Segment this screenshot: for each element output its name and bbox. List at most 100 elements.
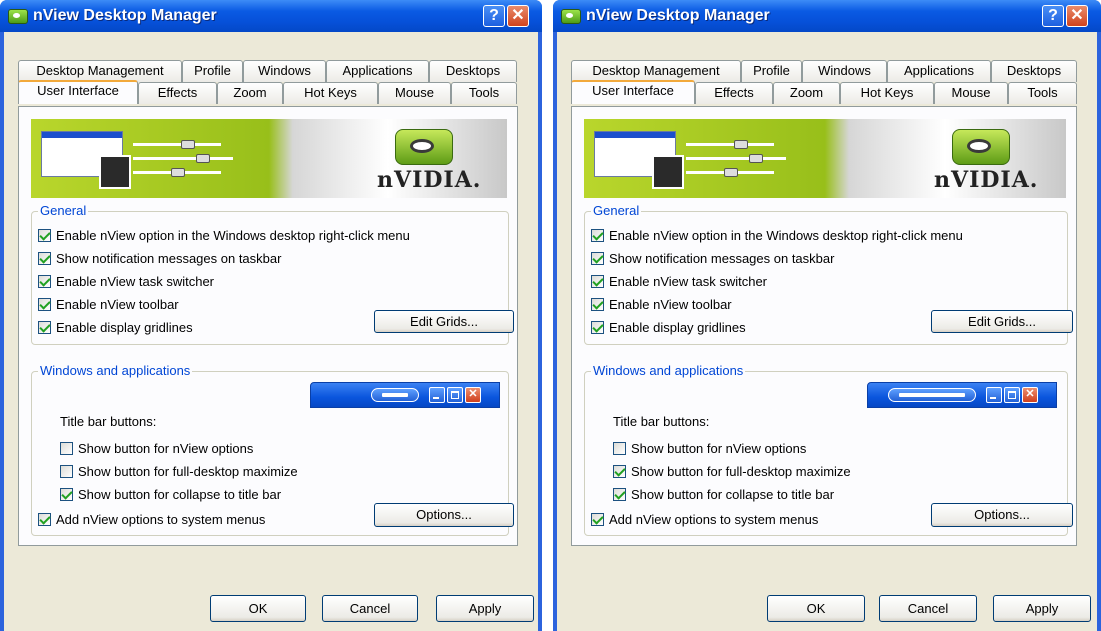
option-system-menus[interactable]: Add nView options to system menus [38, 510, 265, 528]
option-collapse-title-bar[interactable]: Show button for collapse to title bar [60, 485, 281, 503]
checkbox[interactable] [591, 251, 604, 265]
checkbox[interactable] [613, 487, 626, 501]
dialog-client: Desktop Management Profile Windows Appli… [557, 32, 1097, 631]
windows-applications-legend: Windows and applications [591, 363, 746, 378]
option-right-click-menu[interactable]: Enable nView option in the Windows deskt… [38, 226, 410, 244]
tab-mouse[interactable]: Mouse [378, 82, 451, 104]
nview-options-pill-icon [888, 388, 976, 402]
checkbox[interactable] [591, 512, 604, 526]
tab-user-interface[interactable]: User Interface [571, 80, 695, 104]
checkbox[interactable] [591, 297, 604, 311]
nview-window-left: nView Desktop Manager ? ✕ Desktop Manage… [0, 0, 542, 631]
checkbox[interactable] [38, 512, 51, 526]
option-notifications[interactable]: Show notification messages on taskbar [38, 249, 281, 267]
cancel-button[interactable]: Cancel [879, 595, 977, 622]
checkbox[interactable] [38, 320, 51, 334]
option-full-desktop-maximize[interactable]: Show button for full-desktop maximize [60, 462, 298, 480]
apply-button[interactable]: Apply [436, 595, 534, 622]
checkbox[interactable] [60, 464, 73, 478]
nvidia-brand: nVIDIA. [934, 167, 1039, 193]
checkbox[interactable] [60, 487, 73, 501]
tab-row-back: Desktop Management Profile Windows Appli… [571, 60, 1077, 82]
tab-profile[interactable]: Profile [741, 60, 802, 82]
checkbox[interactable] [591, 228, 604, 242]
windows-applications-group: Windows and applications ✕ Title bar but… [31, 363, 514, 536]
option-task-switcher[interactable]: Enable nView task switcher [591, 272, 767, 290]
tab-zoom[interactable]: Zoom [217, 82, 283, 104]
option-label: Enable nView option in the Windows deskt… [56, 227, 410, 243]
user-icon [99, 155, 131, 189]
tab-windows[interactable]: Windows [243, 60, 326, 82]
minimize-icon [986, 387, 1002, 403]
option-label: Show button for collapse to title bar [78, 486, 282, 502]
option-toolbar[interactable]: Enable nView toolbar [38, 295, 179, 313]
checkbox[interactable] [38, 251, 51, 265]
tab-hot-keys[interactable]: Hot Keys [283, 82, 378, 104]
tab-desktops[interactable]: Desktops [429, 60, 517, 82]
tab-desktop-management[interactable]: Desktop Management [18, 60, 182, 82]
edit-grids-button[interactable]: Edit Grids... [931, 310, 1073, 333]
ok-button[interactable]: OK [210, 595, 306, 622]
option-label: Show notification messages on taskbar [609, 250, 835, 266]
checkbox[interactable] [591, 274, 604, 288]
option-nview-options-button[interactable]: Show button for nView options [60, 439, 253, 457]
checkbox[interactable] [613, 464, 626, 478]
option-full-desktop-maximize[interactable]: Show button for full-desktop maximize [613, 462, 851, 480]
option-right-click-menu[interactable]: Enable nView option in the Windows deskt… [591, 226, 963, 244]
tab-desktops[interactable]: Desktops [991, 60, 1077, 82]
title-bar[interactable]: nView Desktop Manager ? ✕ [553, 0, 1101, 32]
option-collapse-title-bar[interactable]: Show button for collapse to title bar [613, 485, 834, 503]
option-label: Show notification messages on taskbar [56, 250, 282, 266]
option-label: Enable display gridlines [56, 319, 193, 335]
tab-tools[interactable]: Tools [1008, 82, 1077, 104]
tab-tools[interactable]: Tools [451, 82, 517, 104]
option-label: Enable nView task switcher [609, 273, 768, 289]
ok-button[interactable]: OK [767, 595, 865, 622]
option-notifications[interactable]: Show notification messages on taskbar [591, 249, 834, 267]
tab-windows[interactable]: Windows [802, 60, 887, 82]
checkbox[interactable] [38, 297, 51, 311]
checkbox[interactable] [60, 441, 73, 455]
edit-grids-button[interactable]: Edit Grids... [374, 310, 514, 333]
tab-user-interface[interactable]: User Interface [18, 80, 138, 104]
tab-applications[interactable]: Applications [326, 60, 429, 82]
option-label: Add nView options to system menus [609, 511, 819, 527]
option-gridlines[interactable]: Enable display gridlines [591, 318, 746, 336]
tab-row-back: Desktop Management Profile Windows Appli… [18, 60, 517, 82]
cancel-button[interactable]: Cancel [322, 595, 418, 622]
tab-profile[interactable]: Profile [182, 60, 243, 82]
title-bar[interactable]: nView Desktop Manager ? ✕ [0, 0, 542, 32]
title-bar-preview: ✕ [310, 382, 500, 408]
tab-effects[interactable]: Effects [138, 82, 217, 104]
tab-zoom[interactable]: Zoom [773, 82, 840, 104]
tab-applications[interactable]: Applications [887, 60, 991, 82]
checkbox[interactable] [38, 274, 51, 288]
tab-panel: nVIDIA. General Enable nView option in t… [18, 106, 518, 546]
option-gridlines[interactable]: Enable display gridlines [38, 318, 193, 336]
checkbox[interactable] [38, 228, 51, 242]
option-system-menus[interactable]: Add nView options to system menus [591, 510, 818, 528]
option-task-switcher[interactable]: Enable nView task switcher [38, 272, 214, 290]
option-nview-options-button[interactable]: Show button for nView options [613, 439, 806, 457]
options-button[interactable]: Options... [374, 503, 514, 527]
checkbox[interactable] [613, 441, 626, 455]
title-bar-buttons-label: Title bar buttons: [613, 414, 710, 429]
options-button[interactable]: Options... [931, 503, 1073, 527]
close-button[interactable]: ✕ [1066, 5, 1088, 27]
option-toolbar[interactable]: Enable nView toolbar [591, 295, 732, 313]
tab-mouse[interactable]: Mouse [934, 82, 1008, 104]
tab-effects[interactable]: Effects [695, 82, 773, 104]
option-label: Show button for full-desktop maximize [631, 463, 851, 479]
nvidia-logo-icon [395, 129, 453, 165]
option-label: Show button for nView options [78, 440, 254, 456]
checkbox[interactable] [591, 320, 604, 334]
apply-button[interactable]: Apply [993, 595, 1091, 622]
tab-desktop-management[interactable]: Desktop Management [571, 60, 741, 82]
nvidia-app-icon [561, 9, 581, 24]
help-button[interactable]: ? [483, 5, 505, 27]
close-button[interactable]: ✕ [507, 5, 529, 27]
tab-hot-keys[interactable]: Hot Keys [840, 82, 934, 104]
nvidia-app-icon [8, 9, 28, 24]
help-button[interactable]: ? [1042, 5, 1064, 27]
option-label: Show button for collapse to title bar [631, 486, 835, 502]
